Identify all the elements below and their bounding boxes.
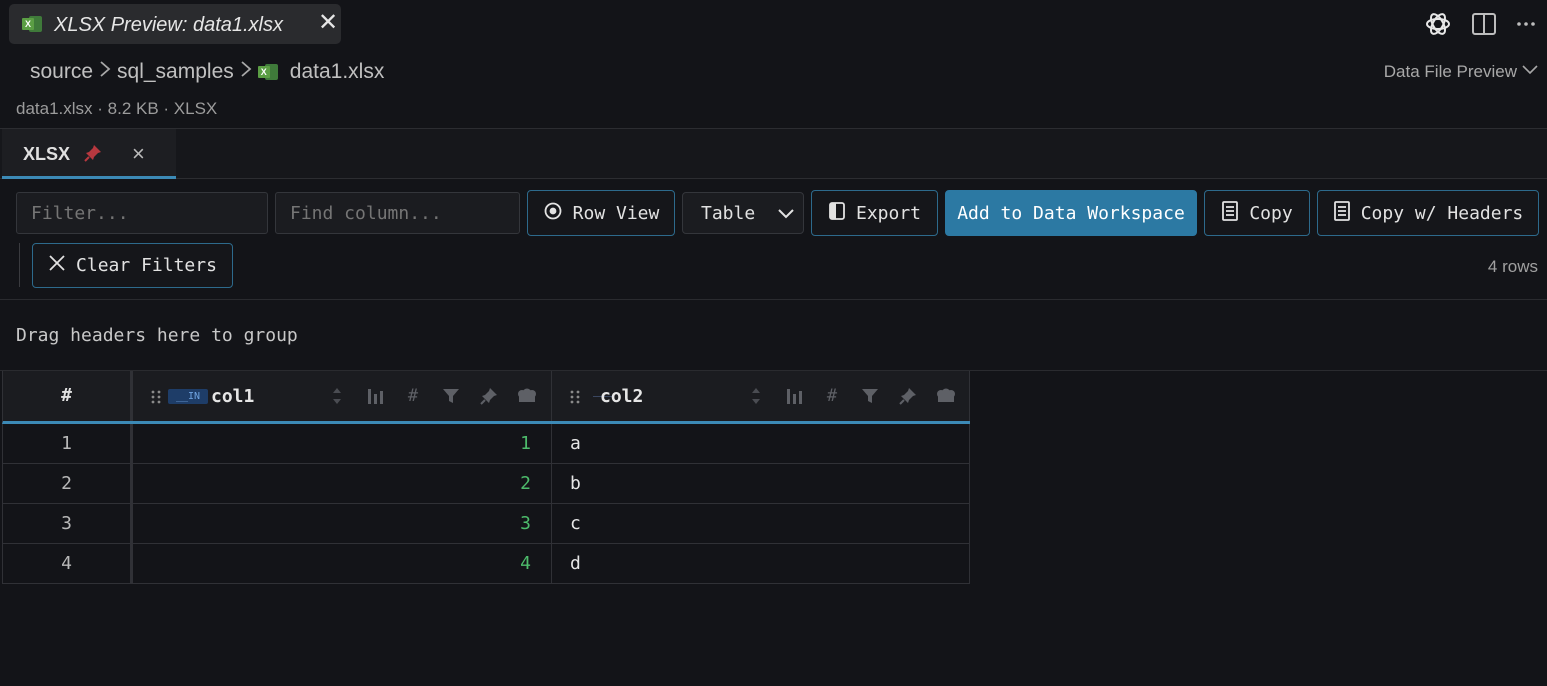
breadcrumb: source sql_samples X data1.xlsx: [30, 59, 384, 85]
openai-icon[interactable]: [1423, 9, 1453, 39]
close-sheet-button[interactable]: ×: [132, 141, 145, 167]
sort-icon[interactable]: [737, 386, 775, 406]
group-icon[interactable]: [927, 386, 965, 406]
row-number: 4: [3, 544, 133, 583]
more-icon[interactable]: [1515, 13, 1537, 35]
view-mode-select[interactable]: Table: [682, 192, 804, 234]
toolbar-divider: [19, 243, 20, 287]
sheet-tab-xlsx[interactable]: XLSX ×: [2, 129, 176, 179]
pin-column-icon[interactable]: [889, 386, 927, 406]
sheet-tab-bar: XLSX ×: [0, 128, 1547, 179]
row-number: 3: [3, 504, 133, 543]
chevron-down-icon: [1521, 62, 1539, 82]
chevron-right-icon: [93, 59, 117, 85]
preview-mode-dropdown[interactable]: Data File Preview: [1384, 62, 1539, 82]
view-mode-value: Table: [701, 203, 756, 224]
cell-col1[interactable]: 4: [133, 544, 552, 583]
row-number-header: #: [3, 371, 133, 421]
cell-col2[interactable]: a: [552, 424, 970, 463]
clear-filters-label: Clear Filters: [76, 255, 217, 276]
cell-col2[interactable]: b: [552, 464, 970, 503]
row-number: 1: [3, 424, 133, 463]
column-name: col2: [600, 386, 644, 407]
file-meta: data1.xlsx · 8.2 KB · XLSX: [16, 99, 218, 118]
pin-column-icon[interactable]: [470, 386, 508, 406]
hash-icon[interactable]: #: [813, 386, 851, 406]
editor-tab[interactable]: X XLSX Preview: data1.xlsx ✕: [9, 4, 341, 44]
row-view-label: Row View: [572, 202, 660, 224]
copy-button[interactable]: Copy: [1204, 190, 1310, 236]
table-row[interactable]: 4 4 d: [2, 544, 970, 584]
breadcrumb-item-folder[interactable]: sql_samples: [117, 60, 234, 84]
chart-icon[interactable]: [356, 386, 394, 406]
copy-label: Copy: [1249, 202, 1293, 224]
column-type-badge: __IN: [168, 389, 208, 404]
copy-icon: [1221, 200, 1239, 227]
export-label: Export: [855, 202, 922, 224]
pin-icon[interactable]: [83, 143, 103, 168]
table-row[interactable]: 2 2 b: [2, 464, 970, 504]
column-header-col1[interactable]: __IN col1 #: [133, 371, 552, 421]
cell-col1[interactable]: 3: [133, 504, 552, 543]
chevron-right-icon: [234, 59, 258, 85]
editor-actions: [1423, 9, 1537, 39]
row-count: 4 rows: [1487, 257, 1538, 276]
grid-header-row: # __IN col1 # col2 #: [2, 371, 970, 424]
column-header-col2[interactable]: col2 #: [552, 371, 970, 421]
drag-handle-icon[interactable]: [151, 389, 161, 408]
column-tools: #: [318, 386, 546, 406]
clear-filters-button[interactable]: Clear Filters: [32, 243, 233, 288]
group-icon[interactable]: [508, 386, 546, 406]
column-name: col1: [211, 386, 255, 407]
row-view-button[interactable]: Row View: [527, 190, 675, 236]
table-row[interactable]: 1 1 a: [2, 424, 970, 464]
cell-col2[interactable]: d: [552, 544, 970, 583]
find-column-input[interactable]: [275, 192, 520, 234]
preview-mode-label: Data File Preview: [1383, 62, 1517, 81]
breadcrumb-item-file[interactable]: data1.xlsx: [290, 60, 385, 84]
cell-col1[interactable]: 2: [133, 464, 552, 503]
copy-icon: [1333, 200, 1351, 227]
export-button[interactable]: Export: [811, 190, 938, 236]
editor-tab-bar: X XLSX Preview: data1.xlsx ✕: [0, 0, 1547, 48]
row-number: 2: [3, 464, 133, 503]
copy-with-headers-button[interactable]: Copy w/ Headers: [1317, 190, 1539, 236]
filter-input[interactable]: [16, 192, 268, 234]
add-to-workspace-button[interactable]: Add to Data Workspace: [945, 190, 1197, 236]
column-tools: #: [737, 386, 965, 406]
hash-icon[interactable]: #: [394, 386, 432, 406]
excel-file-icon: X: [22, 14, 42, 34]
filter-icon[interactable]: [851, 386, 889, 406]
editor-tab-title: XLSX Preview: data1.xlsx: [54, 14, 283, 36]
x-icon: [48, 254, 66, 277]
cell-col1[interactable]: 1: [133, 424, 552, 463]
cell-col2[interactable]: c: [552, 504, 970, 543]
eye-icon: [543, 201, 563, 226]
close-tab-button[interactable]: ✕: [317, 11, 339, 35]
sort-icon[interactable]: [318, 386, 356, 406]
chevron-down-icon: [777, 205, 795, 226]
table-row[interactable]: 3 3 c: [2, 504, 970, 544]
group-drop-label: Drag headers here to group: [16, 325, 298, 346]
export-icon: [828, 201, 846, 226]
copy-headers-label: Copy w/ Headers: [1360, 202, 1524, 224]
filter-icon[interactable]: [432, 386, 470, 406]
drag-handle-icon[interactable]: [570, 389, 580, 408]
data-grid: # __IN col1 # col2 # 1 1 a 2 2 b 3 3 c 4…: [2, 371, 970, 584]
excel-file-icon: X: [257, 62, 278, 82]
split-editor-icon[interactable]: [1471, 11, 1497, 37]
group-drop-zone[interactable]: Drag headers here to group: [0, 299, 1547, 371]
breadcrumb-item-source[interactable]: source: [30, 60, 93, 84]
chart-icon[interactable]: [775, 386, 813, 406]
sheet-tab-label: XLSX: [23, 144, 71, 164]
